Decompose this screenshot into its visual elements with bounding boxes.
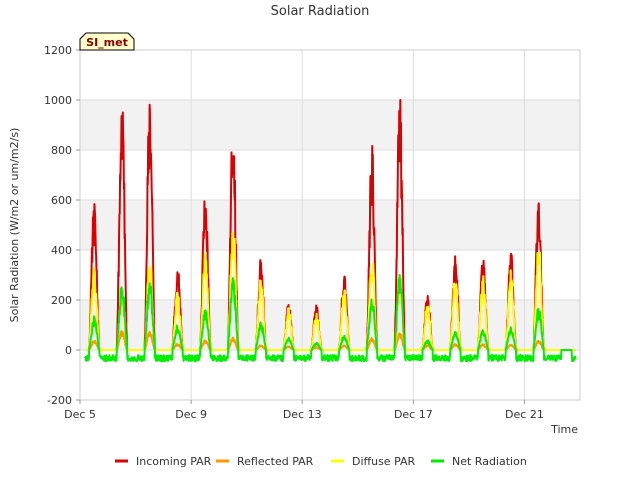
legend-label: Diffuse PAR bbox=[352, 455, 416, 468]
solar-radiation-chart: Solar Radiation -200 0 200 400 600 800 1000 120… bbox=[8, 4, 581, 468]
x-tick-label: Dec 9 bbox=[175, 408, 207, 421]
x-axis-label: Time bbox=[550, 423, 578, 436]
legend-item-incoming: Incoming PAR bbox=[115, 455, 212, 468]
y-tick-label: 0 bbox=[65, 344, 72, 357]
y-axis: -200 0 200 400 600 800 1000 1200 bbox=[44, 44, 80, 407]
x-tick-label: Dec 21 bbox=[505, 408, 544, 421]
legend-item-reflected: Reflected PAR bbox=[216, 455, 314, 468]
legend-label: Reflected PAR bbox=[237, 455, 314, 468]
chart-title: Solar Radiation bbox=[271, 4, 370, 19]
x-axis: Dec 5 Dec 9 Dec 13 Dec 17 Dec 21 bbox=[64, 400, 544, 421]
legend-label: Net Radiation bbox=[452, 455, 527, 468]
x-tick-label: Dec 13 bbox=[283, 408, 322, 421]
plot-band bbox=[80, 100, 580, 150]
legend-item-net: Net Radiation bbox=[431, 455, 527, 468]
plot-band bbox=[80, 200, 580, 250]
y-axis-label: Solar Radiation (W/m2 or um/m2/s) bbox=[8, 128, 21, 323]
plot-band bbox=[80, 50, 580, 100]
y-tick-label: -200 bbox=[47, 394, 72, 407]
x-tick-label: Dec 17 bbox=[394, 408, 433, 421]
y-tick-label: 1200 bbox=[44, 44, 72, 57]
y-tick-label: 200 bbox=[51, 294, 72, 307]
y-tick-label: 600 bbox=[51, 194, 72, 207]
site-badge-label: SI_met bbox=[86, 36, 128, 49]
x-tick-label: Dec 5 bbox=[64, 408, 96, 421]
legend-label: Incoming PAR bbox=[136, 455, 212, 468]
legend-item-diffuse: Diffuse PAR bbox=[331, 455, 416, 468]
plot-band bbox=[80, 250, 580, 300]
y-tick-label: 400 bbox=[51, 244, 72, 257]
legend: Incoming PAR Reflected PAR Diffuse PAR Net … bbox=[115, 455, 527, 468]
site-badge: SI_met bbox=[79, 32, 135, 51]
plot-band bbox=[80, 150, 580, 200]
y-tick-label: 1000 bbox=[44, 94, 72, 107]
y-tick-label: 800 bbox=[51, 144, 72, 157]
